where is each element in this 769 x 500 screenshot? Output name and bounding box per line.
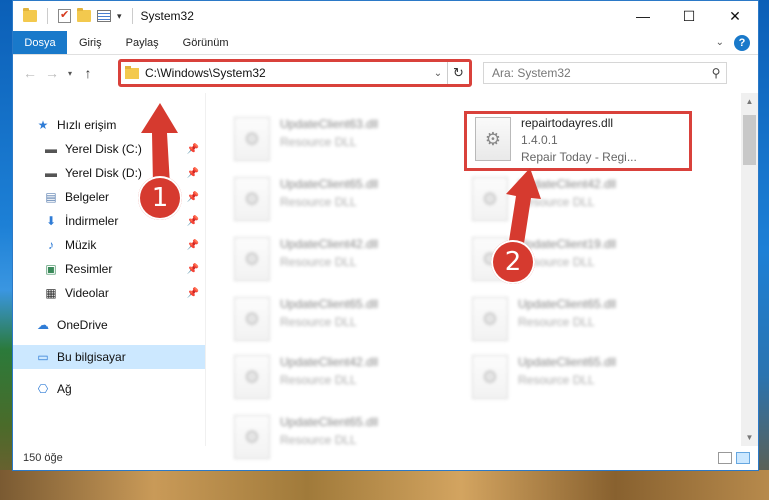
arrow-2-icon — [506, 168, 541, 250]
step-1-badge: 1 — [138, 176, 182, 220]
step-2-badge: 2 — [491, 240, 535, 284]
arrow-1-icon — [141, 103, 178, 185]
annotation-arrows — [141, 103, 541, 250]
